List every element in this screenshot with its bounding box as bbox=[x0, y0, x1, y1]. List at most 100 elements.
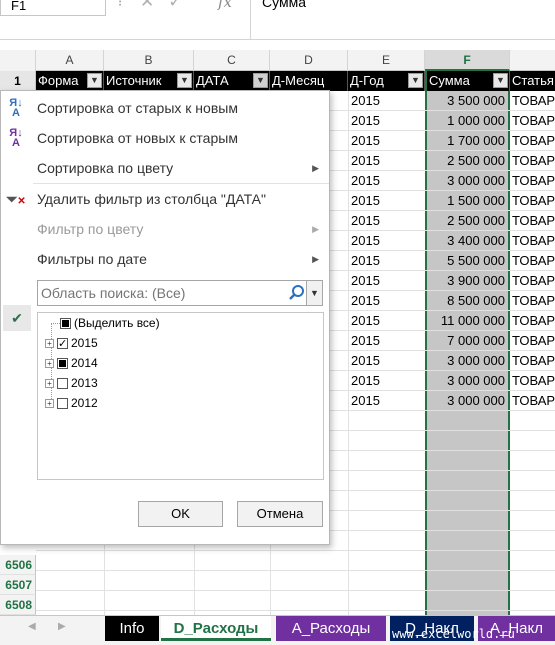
filter-active-icon[interactable]: ▼ bbox=[253, 73, 268, 88]
year-cell[interactable]: 2015 bbox=[351, 391, 423, 411]
column-header-e[interactable]: E bbox=[348, 50, 425, 71]
year-cell[interactable]: 2015 bbox=[351, 331, 423, 351]
sheet-tab-d-rashody[interactable]: D_Расходы bbox=[161, 616, 271, 641]
scroll-left-icon[interactable]: ◀ bbox=[28, 621, 36, 632]
filter-dropdown-icon[interactable]: ▼ bbox=[408, 73, 423, 88]
year-cell[interactable]: 2015 bbox=[351, 151, 423, 171]
enter-icon[interactable]: ✓ bbox=[168, 0, 196, 11]
article-cell[interactable]: ТОВАР bbox=[512, 271, 555, 291]
year-cell[interactable]: 2015 bbox=[351, 171, 423, 191]
year-cell[interactable]: 2015 bbox=[351, 291, 423, 311]
sum-cell[interactable]: 7 000 000 bbox=[427, 331, 507, 351]
row-header-6508[interactable]: 6508 bbox=[0, 595, 36, 615]
select-all-corner[interactable] bbox=[0, 50, 36, 71]
name-box[interactable]: F1 bbox=[0, 0, 106, 16]
checkbox-unchecked[interactable] bbox=[57, 398, 68, 410]
column-header-d[interactable]: D bbox=[270, 50, 348, 71]
cancel-button[interactable]: Отмена bbox=[237, 501, 323, 527]
formula-input[interactable]: Сумма bbox=[262, 0, 306, 10]
menu-sort-new-to-old[interactable]: Я↓ А Сортировка от новых к старым bbox=[1, 125, 329, 151]
sum-cell[interactable]: 3 000 000 bbox=[427, 391, 507, 411]
filter-dropdown-icon[interactable]: ▼ bbox=[177, 73, 192, 88]
sum-cell[interactable]: 3 000 000 bbox=[427, 171, 507, 191]
menu-date-filters[interactable]: Фильтры по дате ▶ bbox=[1, 246, 329, 272]
year-cell[interactable]: 2015 bbox=[351, 351, 423, 371]
sum-cell[interactable]: 2 500 000 bbox=[427, 151, 507, 171]
cancel-icon[interactable]: ✕ bbox=[140, 0, 168, 11]
row-header-1[interactable]: 1 bbox=[0, 71, 36, 91]
sum-cell[interactable]: 3 500 000 bbox=[427, 91, 507, 111]
article-cell[interactable]: ТОВАР bbox=[512, 211, 555, 231]
article-cell[interactable]: ТОВАР bbox=[512, 251, 555, 271]
sum-cell[interactable]: 3 000 000 bbox=[427, 371, 507, 391]
article-cell[interactable]: ТОВАР bbox=[512, 191, 555, 211]
checkbox-unchecked[interactable] bbox=[57, 378, 68, 390]
article-cell[interactable]: ТОВАР bbox=[512, 371, 555, 391]
checkbox-indeterminate[interactable] bbox=[57, 358, 68, 370]
column-header-f[interactable]: F bbox=[425, 50, 510, 71]
sum-cell[interactable]: 3 400 000 bbox=[427, 231, 507, 251]
article-cell[interactable]: ТОВАР bbox=[512, 171, 555, 191]
sum-cell[interactable]: 11 000 000 bbox=[427, 311, 507, 331]
expand-icon[interactable]: + bbox=[45, 399, 54, 409]
year-cell[interactable]: 2015 bbox=[351, 191, 423, 211]
tree-item-select-all[interactable]: (Выделить все) bbox=[60, 313, 160, 333]
header-cell-month[interactable]: Д-Месяц bbox=[270, 71, 348, 91]
filter-dropdown-icon[interactable]: ▼ bbox=[493, 73, 508, 88]
sum-cell[interactable]: 1 000 000 bbox=[427, 111, 507, 131]
column-header-b[interactable]: B bbox=[104, 50, 194, 71]
tree-item-2013[interactable]: +2013 bbox=[45, 373, 98, 393]
year-cell[interactable]: 2015 bbox=[351, 131, 423, 151]
article-cell[interactable]: ТОВАР bbox=[512, 291, 555, 311]
year-cell[interactable]: 2015 bbox=[351, 371, 423, 391]
tree-item-2015[interactable]: +2015 bbox=[45, 333, 98, 354]
sum-cell[interactable]: 8 500 000 bbox=[427, 291, 507, 311]
header-cell-year[interactable]: Д-Год ▼ bbox=[348, 71, 425, 91]
expand-icon[interactable]: + bbox=[45, 339, 54, 349]
insert-function-icon[interactable]: fx bbox=[218, 0, 232, 11]
ok-button[interactable]: OK bbox=[138, 501, 223, 527]
article-cell[interactable]: ТОВАР bbox=[512, 311, 555, 331]
column-header-c[interactable]: C bbox=[194, 50, 270, 71]
row-header-6506[interactable]: 6506 bbox=[0, 555, 36, 575]
sum-cell[interactable]: 1 500 000 bbox=[427, 191, 507, 211]
filter-search-input[interactable] bbox=[38, 281, 284, 305]
scroll-right-icon[interactable]: ▶ bbox=[58, 621, 66, 632]
article-cell[interactable]: ТОВАР bbox=[512, 151, 555, 171]
article-cell[interactable]: ТОВАР bbox=[512, 111, 555, 131]
expand-icon[interactable]: + bbox=[45, 379, 54, 389]
article-cell[interactable]: ТОВАР bbox=[512, 131, 555, 151]
column-header-g[interactable] bbox=[510, 50, 555, 71]
tree-item-2012[interactable]: +2012 bbox=[45, 393, 98, 413]
search-scope-dropdown[interactable]: ▼ bbox=[306, 281, 322, 305]
year-cell[interactable]: 2015 bbox=[351, 231, 423, 251]
expand-icon[interactable]: + bbox=[45, 359, 54, 369]
year-cell[interactable]: 2015 bbox=[351, 111, 423, 131]
column-header-a[interactable]: A bbox=[36, 50, 104, 71]
tree-item-2014[interactable]: +2014 bbox=[45, 353, 98, 373]
header-cell-date[interactable]: ДАТА ▼ bbox=[194, 71, 270, 91]
year-cell[interactable]: 2015 bbox=[351, 251, 423, 271]
sum-cell[interactable]: 3 000 000 bbox=[427, 351, 507, 371]
filter-dropdown-icon[interactable]: ▼ bbox=[87, 73, 102, 88]
article-cell[interactable]: ТОВАР bbox=[512, 91, 555, 111]
menu-clear-filter[interactable]: ⏷✕ Удалить фильтр из столбца "ДАТА" bbox=[1, 186, 329, 212]
menu-sort-by-color[interactable]: Сортировка по цвету ▶ bbox=[1, 155, 329, 181]
sheet-tab-a-rashody[interactable]: A_Расходы bbox=[276, 616, 386, 641]
year-cell[interactable]: 2015 bbox=[351, 271, 423, 291]
article-cell[interactable]: ТОВАР bbox=[512, 391, 555, 411]
header-cell-forma[interactable]: Форма ▼ bbox=[36, 71, 104, 91]
sum-cell[interactable]: 1 700 000 bbox=[427, 131, 507, 151]
sheet-tab-info[interactable]: Info bbox=[105, 616, 159, 641]
checkbox-indeterminate[interactable] bbox=[60, 318, 71, 330]
row-header-6507[interactable]: 6507 bbox=[0, 575, 36, 595]
sum-cell[interactable]: 2 500 000 bbox=[427, 211, 507, 231]
checkbox-checked[interactable] bbox=[57, 334, 68, 354]
header-cell-source[interactable]: Источник ▼ bbox=[104, 71, 194, 91]
header-cell-article[interactable]: Статья bbox=[510, 71, 555, 91]
menu-sort-old-to-new[interactable]: Я↓ А Сортировка от старых к новым bbox=[1, 95, 329, 121]
article-cell[interactable]: ТОВАР bbox=[512, 331, 555, 351]
header-cell-sum[interactable]: Сумма ▼ bbox=[425, 71, 510, 91]
year-cell[interactable]: 2015 bbox=[351, 311, 423, 331]
year-cell[interactable]: 2015 bbox=[351, 211, 423, 231]
